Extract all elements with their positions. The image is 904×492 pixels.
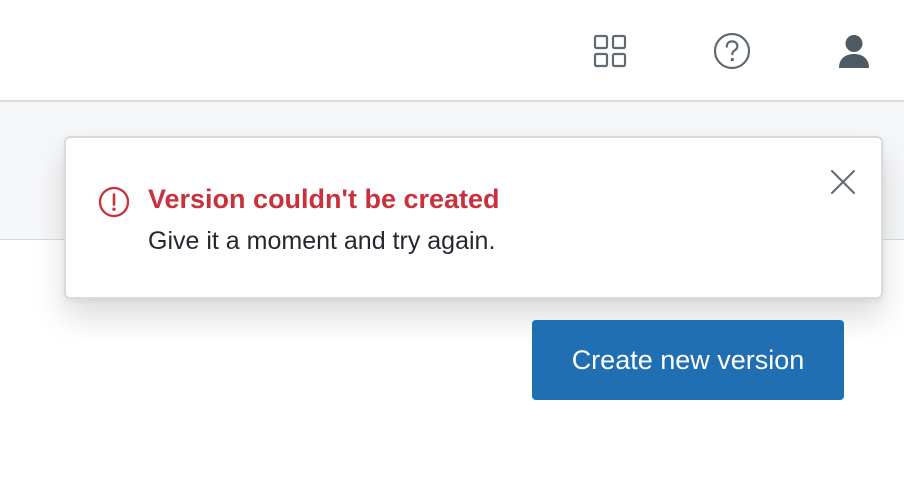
apps-grid-icon (593, 34, 627, 68)
top-header (0, 0, 904, 102)
close-icon (831, 170, 855, 194)
help-button[interactable] (710, 29, 754, 73)
apps-button[interactable] (588, 29, 632, 73)
error-circle-icon (98, 186, 130, 218)
user-icon (839, 35, 869, 68)
error-toast: Version couldn't be created Give it a mo… (64, 136, 883, 299)
toast-close-button[interactable] (823, 162, 863, 202)
toast-message: Give it a moment and try again. (148, 227, 496, 255)
help-circle-icon (713, 32, 751, 70)
toast-title: Version couldn't be created (148, 184, 500, 214)
user-menu-button[interactable] (832, 29, 876, 73)
create-new-version-button[interactable]: Create new version (532, 320, 844, 400)
